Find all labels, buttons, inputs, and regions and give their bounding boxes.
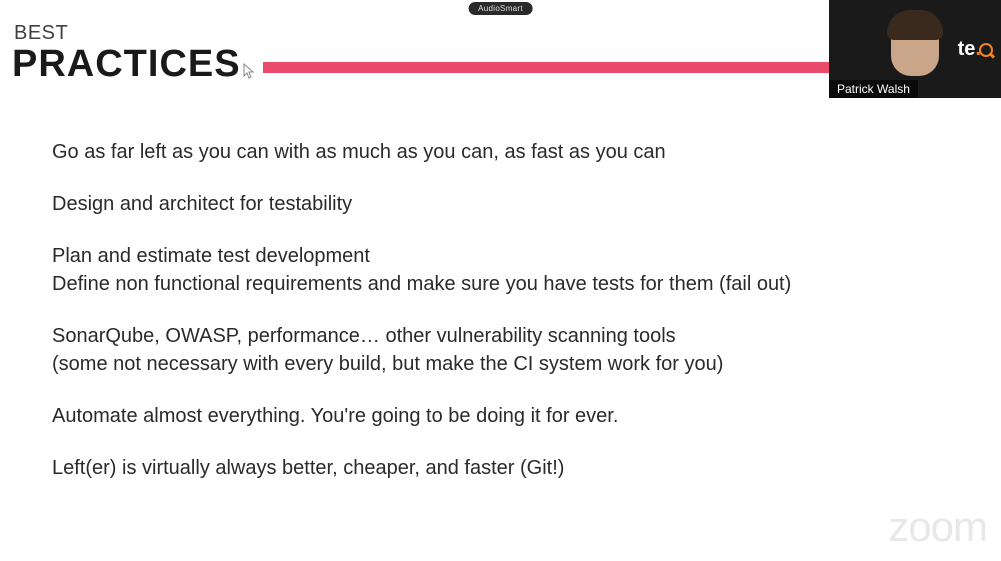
content-line: Left(er) is virtually always better, che… xyxy=(52,456,961,480)
speaker-face xyxy=(891,16,939,76)
webcam-panel: te. Patrick Walsh xyxy=(829,0,1001,98)
blank-line xyxy=(52,168,961,192)
cursor-icon xyxy=(243,63,255,81)
content-line: Go as far left as you can with as much a… xyxy=(52,140,961,164)
blank-line xyxy=(52,220,961,244)
slide-content: Go as far left as you can with as much a… xyxy=(52,140,961,484)
speaker-name-label: Patrick Walsh xyxy=(829,80,918,98)
blank-line xyxy=(52,300,961,324)
brand-logo: te. xyxy=(958,38,993,61)
zoom-watermark: zoom xyxy=(888,503,987,551)
content-line: (some not necessary with every build, bu… xyxy=(52,352,961,376)
content-line: Design and architect for testability xyxy=(52,192,961,216)
blank-line xyxy=(52,380,961,404)
content-line: Automate almost everything. You're going… xyxy=(52,404,961,428)
magnify-icon xyxy=(979,43,993,57)
slide-title: PRACTICES xyxy=(10,43,241,86)
audiosmart-badge: AudioSmart xyxy=(468,2,533,15)
content-line: Plan and estimate test development xyxy=(52,244,961,268)
content-line: Define non functional requirements and m… xyxy=(52,272,961,296)
content-line: SonarQube, OWASP, performance… other vul… xyxy=(52,324,961,348)
blank-line xyxy=(52,432,961,456)
